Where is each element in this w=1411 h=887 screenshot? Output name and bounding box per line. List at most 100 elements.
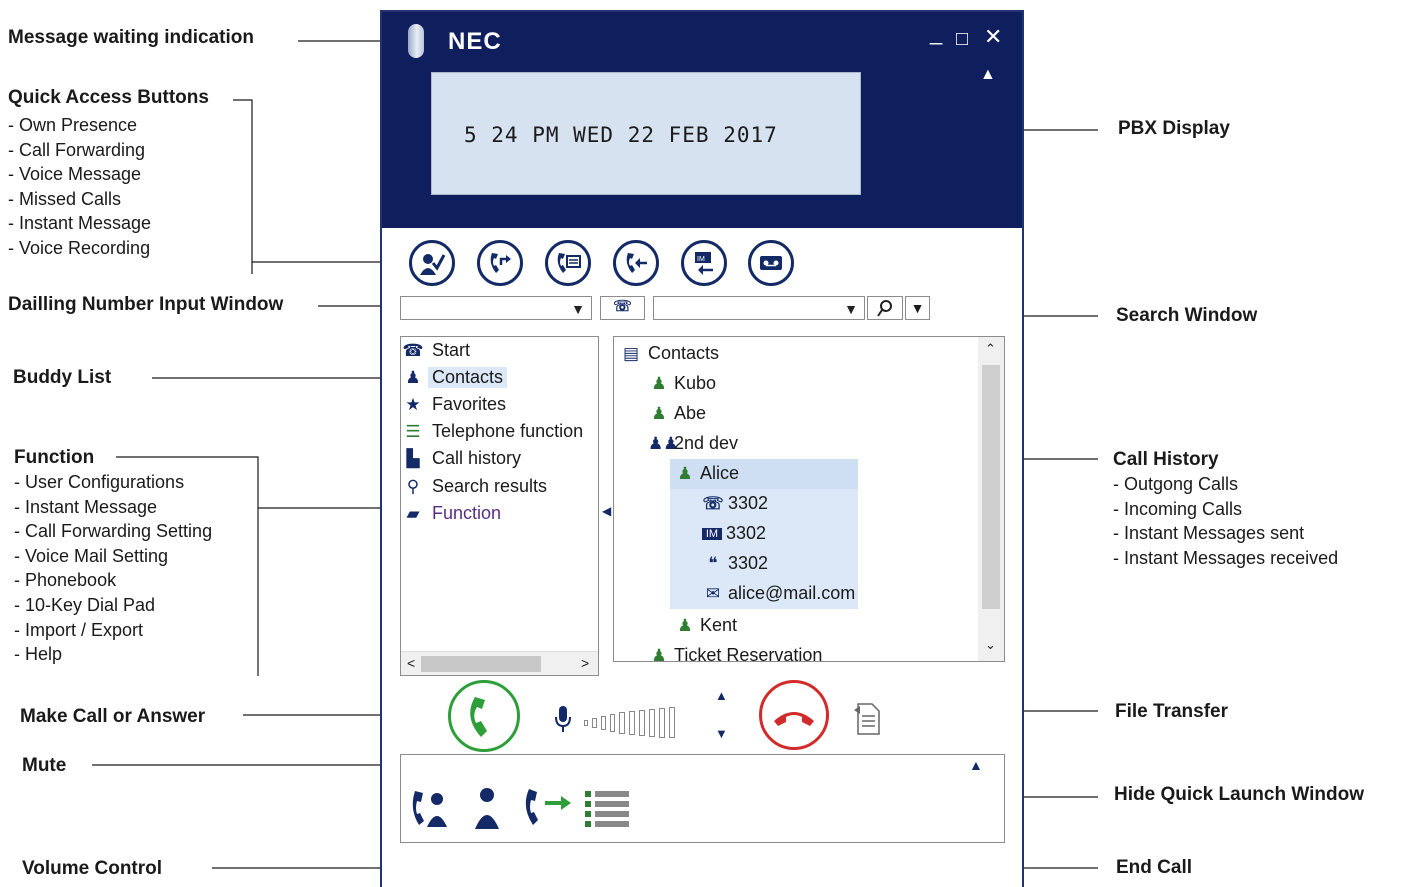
- voice-message-icon: [557, 253, 581, 273]
- make-call-button[interactable]: [448, 680, 520, 752]
- telephone-function-icon[interactable]: [585, 789, 631, 827]
- presence-online-icon: ♟: [677, 463, 693, 483]
- hide-quick-launch-button[interactable]: ▲: [969, 757, 983, 773]
- annotation-quick-access-item: - Voice Recording: [8, 237, 151, 258]
- presence-online-icon: ♟: [651, 403, 667, 423]
- voice-recording-button[interactable]: [748, 240, 794, 286]
- im-address-label: 3302: [726, 523, 767, 543]
- group-item[interactable]: ♟♟ 2nd dev: [648, 433, 738, 454]
- close-button[interactable]: ✕: [984, 26, 1002, 48]
- scroll-up-icon[interactable]: ⌃: [985, 341, 996, 357]
- search-input[interactable]: ▼: [653, 296, 865, 320]
- vertical-scrollbar[interactable]: ⌃ ⌄: [978, 337, 1004, 661]
- phone-call-icon: [470, 697, 487, 737]
- volume-meter: [584, 706, 699, 738]
- tree-item-label: Search results: [432, 476, 548, 496]
- dial-number-input[interactable]: ▼: [400, 296, 592, 320]
- contact-chat[interactable]: ❝ 3302: [702, 553, 768, 574]
- annotation-quick-access-item: - Voice Message: [8, 164, 142, 185]
- annotation-function-item: - Help: [14, 644, 63, 665]
- contacts-root[interactable]: ▤ Contacts: [620, 343, 719, 364]
- pbx-display-text: 5 24 PM WED 22 FEB 2017: [464, 123, 778, 147]
- start-icon[interactable]: [409, 785, 453, 829]
- contact-item[interactable]: ♟ Abe: [648, 403, 706, 424]
- end-call-button[interactable]: [759, 680, 829, 750]
- contacts-root-label: Contacts: [648, 343, 720, 363]
- annotation-quick-access-item: - Call Forwarding: [8, 139, 146, 160]
- annotation-quick-access-item: - Own Presence: [8, 115, 138, 135]
- presence-online-icon: ♟: [651, 645, 667, 662]
- own-presence-icon: [420, 254, 446, 275]
- contact-item[interactable]: ♟ Kent: [674, 615, 737, 636]
- quick-launch-window: ▲: [400, 754, 1005, 843]
- scrollbar-thumb[interactable]: [982, 365, 1000, 609]
- contact-item[interactable]: ♟ Ticket Reservation: [648, 645, 823, 662]
- dropdown-arrow-icon: ▼: [910, 300, 925, 316]
- tree-item-contacts[interactable]: ♟ Contacts: [402, 367, 508, 388]
- maximize-button[interactable]: □: [956, 28, 968, 50]
- scrollbar-thumb[interactable]: [421, 656, 541, 672]
- tree-item-function[interactable]: ▰ Function: [402, 503, 501, 524]
- annotation-function-item: - 10-Key Dial Pad: [14, 594, 156, 615]
- scroll-down-icon[interactable]: ⌄: [985, 637, 996, 653]
- contact-phone-number[interactable]: ☏ 3302: [702, 493, 768, 514]
- contact-item-selected[interactable]: ♟ Alice: [674, 463, 739, 484]
- annotation-search-window: Search Window: [1116, 305, 1258, 326]
- presence-online-icon: ♟: [677, 615, 693, 635]
- phone-number-label: 3302: [728, 493, 769, 513]
- annotation-function-item: - Instant Message: [14, 496, 158, 517]
- volume-down-button[interactable]: ▼: [715, 726, 728, 741]
- contact-email[interactable]: ✉ alice@mail.com: [702, 583, 855, 604]
- panel-collapse-left-icon[interactable]: ◀: [602, 504, 611, 518]
- contact-icon: ♟: [405, 367, 421, 387]
- dial-button[interactable]: ☏: [600, 296, 645, 320]
- contact-label: Abe: [674, 403, 707, 423]
- contact-im-address[interactable]: IM 3302: [702, 523, 766, 544]
- tree-item-label: Start: [432, 340, 471, 360]
- own-presence-button[interactable]: [409, 240, 455, 286]
- contact-icon[interactable]: [473, 785, 501, 829]
- volume-up-button[interactable]: ▲: [715, 688, 728, 703]
- phone-icon: ☏: [702, 493, 724, 513]
- search-button[interactable]: [867, 296, 903, 320]
- horizontal-scrollbar[interactable]: < >: [401, 651, 598, 675]
- annotation-call-history-item: - Instant Messages received: [1113, 547, 1339, 568]
- annotation-volume-control: Volume Control: [22, 858, 163, 879]
- instant-message-icon: IM: [695, 252, 713, 275]
- voice-message-button[interactable]: [545, 240, 591, 286]
- contact-label: Ticket Reservation: [674, 645, 823, 662]
- group-icon: ♟♟: [648, 433, 679, 453]
- missed-calls-button[interactable]: [613, 240, 659, 286]
- chat-icon: ❝: [708, 553, 718, 573]
- mute-button[interactable]: [554, 705, 572, 738]
- call-transfer-icon[interactable]: [523, 787, 575, 827]
- scroll-left-icon[interactable]: <: [407, 655, 415, 671]
- tree-item-favorites[interactable]: ★ Favorites: [402, 394, 506, 415]
- search-options-dropdown[interactable]: ▼: [905, 296, 930, 320]
- folder-icon: ▰: [406, 503, 420, 523]
- dropdown-arrow-icon[interactable]: ▼: [844, 301, 858, 317]
- tree-item-call-history[interactable]: ▙ Call history: [402, 448, 521, 469]
- dropdown-arrow-icon[interactable]: ▼: [571, 301, 585, 317]
- tree-item-telephone-function[interactable]: ☰ Telephone function: [402, 421, 583, 442]
- scroll-right-icon[interactable]: >: [581, 655, 589, 671]
- minimize-button[interactable]: _: [930, 22, 942, 44]
- contact-label: Kent: [700, 615, 738, 635]
- contact-label: Alice: [700, 463, 740, 483]
- message-waiting-indicator[interactable]: [408, 24, 424, 58]
- annotation-function-item: - Phonebook: [14, 570, 117, 591]
- annotation-end-call: End Call: [1116, 857, 1193, 878]
- instant-message-button[interactable]: IM: [681, 240, 727, 286]
- presence-online-icon: ♟: [651, 373, 667, 393]
- annotation-buddy-list: Buddy List: [13, 367, 112, 388]
- collapse-display-button[interactable]: ▲: [980, 64, 996, 86]
- contact-item[interactable]: ♟ Kubo: [648, 373, 716, 394]
- start-icon: ☎: [402, 340, 424, 360]
- microphone-icon: [555, 706, 571, 732]
- email-icon: ✉: [705, 583, 721, 603]
- file-transfer-button[interactable]: [852, 700, 882, 741]
- phone-window: NEC _ □ ✕ ▲ 5 24 PM WED 22 FEB 2017 IM ▼…: [380, 10, 1024, 887]
- tree-item-start[interactable]: ☎ Start: [402, 340, 470, 361]
- call-forwarding-button[interactable]: [477, 240, 523, 286]
- tree-item-search-results[interactable]: ⚲ Search results: [402, 476, 547, 497]
